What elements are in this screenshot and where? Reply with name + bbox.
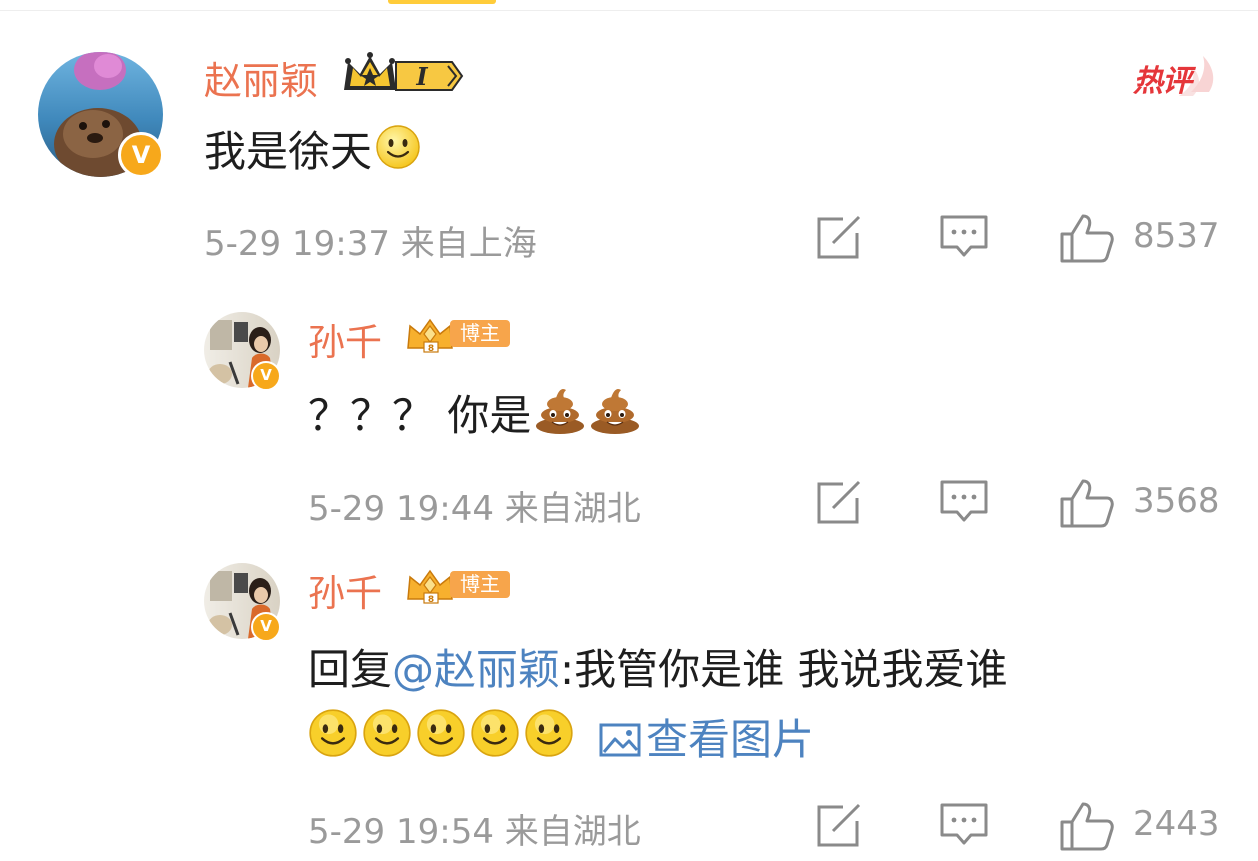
username[interactable]: 孙千 [308,563,382,617]
reply-location: 来自湖北 [504,812,641,852]
comment-time: 19:37 [291,224,390,264]
smile-emoji [309,709,357,757]
mention-link[interactable]: @赵丽颖 [392,645,560,694]
reply-meta: 5-29 19:54 来自湖北 [308,804,641,853]
reply-location: 来自湖北 [504,489,641,529]
smile-emoji [525,709,573,757]
verified-badge: V [118,132,164,178]
username[interactable]: 孙千 [308,312,382,366]
username[interactable]: 赵丽颖 [204,50,318,105]
share-icon[interactable] [815,803,863,849]
reply-meta: 5-29 19:44 来自湖北 [308,481,641,530]
comment-icon[interactable] [939,213,989,263]
verified-badge: V [251,361,281,391]
comment-icon[interactable] [939,478,989,528]
comment-date: 5-29 [204,224,282,264]
smile-emoji [363,709,411,757]
reply-date: 5-29 [308,812,386,852]
reply-time: 19:44 [395,489,494,529]
smile-emoji [471,709,519,757]
poop-emoji [591,389,640,434]
reply-text: 回复@赵丽颖:我管你是谁 我说我爱谁 [308,645,1008,694]
reply-date: 5-29 [308,489,386,529]
crown-icon: 8 [407,318,453,354]
verified-badge: V [251,612,281,642]
like-count: 3568 [1133,481,1220,521]
comment-meta: 5-29 19:37 来自上海 [204,216,537,265]
poop-emoji [536,389,585,434]
image-icon [599,723,641,757]
smile-emoji [417,709,465,757]
reply-text: ？？？ 你是 [308,382,641,443]
share-icon[interactable] [815,480,863,526]
crown-icon: 8 [407,569,453,605]
like-count: 8537 [1133,216,1220,256]
hot-comment-tag: 热评 [1131,52,1221,100]
thumbs-up-icon[interactable] [1059,212,1115,264]
like-count: 2443 [1133,804,1220,844]
share-icon[interactable] [815,215,863,261]
comment-text: 我是徐天 [204,118,421,179]
member-level-badge: I [344,52,464,91]
svg-text:8: 8 [428,595,434,605]
view-image-link[interactable]: 查看图片 [598,706,814,764]
thumbs-up-icon[interactable] [1059,477,1115,529]
svg-text:I: I [415,62,428,91]
thumbs-up-icon[interactable] [1059,800,1115,852]
smile-emoji [376,125,420,169]
comment-location: 来自上海 [400,224,537,264]
top-highlight [388,0,496,4]
reply-time: 19:54 [395,812,494,852]
top-divider [0,0,1258,11]
comment-icon[interactable] [939,801,989,851]
svg-text:8: 8 [428,344,434,354]
emoji-row [308,708,578,760]
